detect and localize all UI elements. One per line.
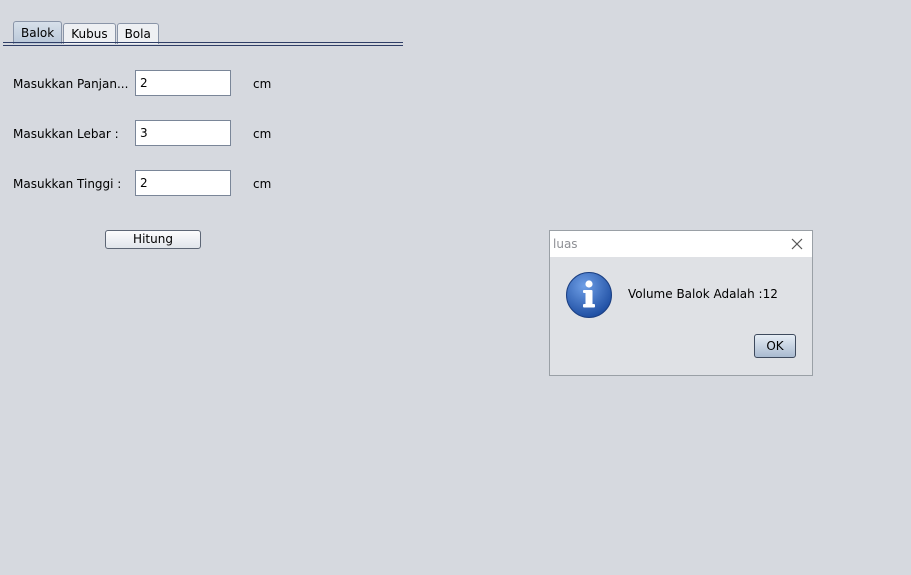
message-dialog: luas Volume Balok Adalah :12 OK <box>549 230 813 376</box>
panjang-unit: cm <box>253 77 272 91</box>
hitung-button[interactable]: Hitung <box>105 230 201 249</box>
panjang-label: Masukkan Panjan... <box>13 77 129 91</box>
dialog-titlebar: luas <box>550 231 812 257</box>
tab-kubus[interactable]: Kubus <box>63 23 116 44</box>
lebar-label: Masukkan Lebar : <box>13 127 119 141</box>
lebar-input[interactable]: 3 <box>135 120 231 146</box>
dialog-title: luas <box>553 237 578 251</box>
close-icon[interactable] <box>790 237 804 251</box>
info-icon <box>566 272 612 318</box>
tab-bar: Balok Kubus Bola <box>13 21 160 44</box>
dialog-message: Volume Balok Adalah :12 <box>628 287 778 301</box>
tab-bola[interactable]: Bola <box>116 23 159 44</box>
lebar-unit: cm <box>253 127 272 141</box>
tinggi-label: Masukkan Tinggi : <box>13 177 122 191</box>
panjang-input[interactable]: 2 <box>135 70 231 96</box>
ok-button[interactable]: OK <box>754 334 796 358</box>
tab-divider <box>3 42 403 46</box>
tab-balok[interactable]: Balok <box>13 21 63 44</box>
tinggi-unit: cm <box>253 177 272 191</box>
tinggi-input[interactable]: 2 <box>135 170 231 196</box>
